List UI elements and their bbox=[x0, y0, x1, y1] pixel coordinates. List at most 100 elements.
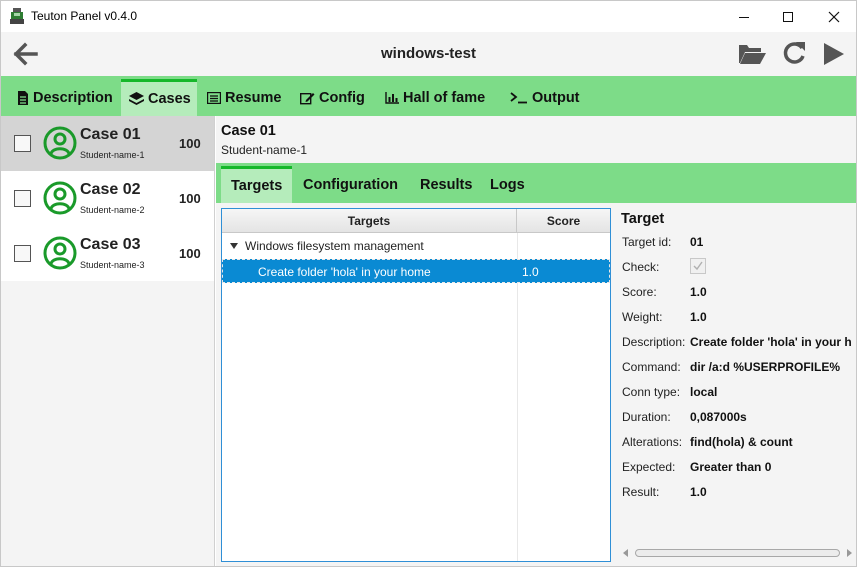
tab-results[interactable]: Results bbox=[410, 166, 482, 203]
open-folder-button[interactable] bbox=[737, 41, 767, 67]
detail-label: Alterations: bbox=[622, 435, 683, 449]
case-student: Student-name-2 bbox=[80, 205, 145, 215]
detail-value: 0,087000s bbox=[690, 410, 747, 424]
tab-resume[interactable]: Resume bbox=[203, 79, 285, 116]
detail-label: Duration: bbox=[622, 410, 671, 424]
case-student: Student-name-3 bbox=[80, 260, 145, 270]
window-title: Teuton Panel v0.4.0 bbox=[31, 9, 138, 23]
table-group-row[interactable]: Windows filesystem management bbox=[222, 234, 610, 258]
target-name: Create folder 'hola' in your home bbox=[258, 265, 431, 279]
case-item[interactable]: Case 03 Student-name-3 100 bbox=[1, 226, 214, 281]
case-checkbox[interactable] bbox=[14, 245, 31, 262]
detail-value: 1.0 bbox=[690, 485, 707, 499]
header-bar: windows-test bbox=[1, 32, 856, 76]
tab-label: Cases bbox=[148, 91, 191, 107]
user-avatar-icon bbox=[43, 126, 77, 160]
detail-value: Create folder 'hola' in your h bbox=[690, 335, 852, 349]
tab-configuration[interactable]: Configuration bbox=[293, 166, 408, 203]
close-button[interactable] bbox=[811, 1, 856, 32]
case-name: Case 02 bbox=[80, 181, 141, 198]
case-score: 100 bbox=[179, 191, 201, 206]
details-title: Target bbox=[621, 211, 665, 227]
detail-value: Greater than 0 bbox=[690, 460, 772, 474]
targets-tree-table[interactable]: Targets Score Windows filesystem managem… bbox=[221, 208, 611, 562]
case-checkbox[interactable] bbox=[14, 135, 31, 152]
case-tab-bar: Targets Configuration Results Logs bbox=[216, 163, 856, 203]
case-student: Student-name-1 bbox=[80, 150, 145, 160]
main-tab-bar: Description Cases Resume Config Hall of … bbox=[1, 76, 856, 116]
column-header-score[interactable]: Score bbox=[517, 209, 610, 233]
terminal-icon bbox=[510, 91, 527, 103]
detail-label: Description: bbox=[622, 335, 686, 349]
tab-config[interactable]: Config bbox=[296, 79, 369, 116]
case-name: Case 01 bbox=[80, 126, 141, 143]
case-item[interactable]: Case 01 Student-name-1 100 bbox=[1, 116, 214, 171]
detail-label: Score: bbox=[622, 285, 657, 299]
reload-icon bbox=[783, 42, 805, 64]
detail-value: local bbox=[690, 385, 718, 399]
check-checkbox bbox=[690, 258, 706, 274]
case-student-name: Student-name-1 bbox=[221, 143, 308, 157]
column-header-targets[interactable]: Targets bbox=[222, 209, 517, 233]
title-bar: Teuton Panel v0.4.0 bbox=[1, 1, 856, 32]
bar-chart-icon bbox=[385, 91, 399, 104]
detail-label: Result: bbox=[622, 485, 660, 499]
tab-label: Output bbox=[532, 89, 580, 106]
scrollbar-thumb[interactable] bbox=[635, 549, 840, 557]
tab-hall-of-fame[interactable]: Hall of fame bbox=[381, 79, 489, 116]
scroll-right-icon[interactable] bbox=[847, 549, 852, 557]
table-header: Targets Score bbox=[222, 209, 610, 233]
detail-label: Conn type: bbox=[622, 385, 681, 399]
tab-label: Config bbox=[319, 89, 365, 106]
detail-label: Expected: bbox=[622, 460, 676, 474]
run-button[interactable] bbox=[821, 40, 847, 68]
tab-cases[interactable]: Cases bbox=[121, 79, 197, 116]
case-name: Case 03 bbox=[80, 236, 141, 253]
table-row[interactable]: Create folder 'hola' in your home 1.0 bbox=[222, 259, 610, 283]
detail-value: 1.0 bbox=[690, 285, 707, 299]
app-icon bbox=[10, 8, 24, 24]
case-checkbox[interactable] bbox=[14, 190, 31, 207]
page-title: windows-test bbox=[380, 45, 476, 62]
tab-label: Description bbox=[33, 89, 113, 106]
case-score: 100 bbox=[179, 136, 201, 151]
reload-button[interactable] bbox=[781, 39, 807, 67]
detail-label: Command: bbox=[622, 360, 681, 374]
tab-targets[interactable]: Targets bbox=[221, 166, 293, 203]
minimize-icon bbox=[739, 16, 749, 18]
maximize-button[interactable] bbox=[765, 1, 811, 32]
scroll-left-icon[interactable] bbox=[623, 549, 628, 557]
case-score: 100 bbox=[179, 246, 201, 261]
tab-label: Hall of fame bbox=[403, 89, 486, 106]
tab-output[interactable]: Output bbox=[506, 79, 584, 116]
folder-open-icon bbox=[739, 45, 766, 64]
detail-value: dir /a:d %USERPROFILE% bbox=[690, 360, 841, 374]
detail-label: Target id: bbox=[622, 235, 672, 249]
target-details-panel: Target Target id: 01 Check: Score: 1.0 W… bbox=[616, 203, 856, 566]
case-item[interactable]: Case 02 Student-name-2 100 bbox=[1, 171, 214, 226]
targets-content: Targets Score Windows filesystem managem… bbox=[216, 203, 856, 566]
tab-logs[interactable]: Logs bbox=[480, 166, 535, 203]
tab-label: Resume bbox=[225, 89, 282, 106]
horizontal-scrollbar[interactable] bbox=[621, 546, 854, 560]
layers-icon bbox=[129, 92, 144, 105]
group-name: Windows filesystem management bbox=[245, 239, 424, 253]
edit-icon bbox=[300, 92, 315, 104]
user-avatar-icon bbox=[43, 236, 77, 270]
list-icon bbox=[207, 91, 221, 104]
expand-triangle-icon[interactable] bbox=[230, 243, 238, 249]
detail-label: Check: bbox=[622, 260, 660, 274]
user-avatar-icon bbox=[43, 181, 77, 215]
minimize-button[interactable] bbox=[721, 1, 767, 32]
detail-label: Weight: bbox=[622, 310, 663, 324]
document-icon bbox=[18, 90, 28, 105]
case-header: Case 01 Student-name-1 bbox=[216, 116, 856, 163]
target-score: 1.0 bbox=[522, 265, 539, 279]
case-title: Case 01 bbox=[221, 123, 276, 139]
cases-list: Case 01 Student-name-1 100 Case 02 Stude… bbox=[1, 116, 215, 566]
detail-value: 01 bbox=[690, 235, 704, 249]
detail-value: 1.0 bbox=[690, 310, 707, 324]
checkmark-icon bbox=[693, 261, 703, 271]
close-icon bbox=[828, 11, 840, 22]
tab-description[interactable]: Description bbox=[13, 79, 117, 116]
